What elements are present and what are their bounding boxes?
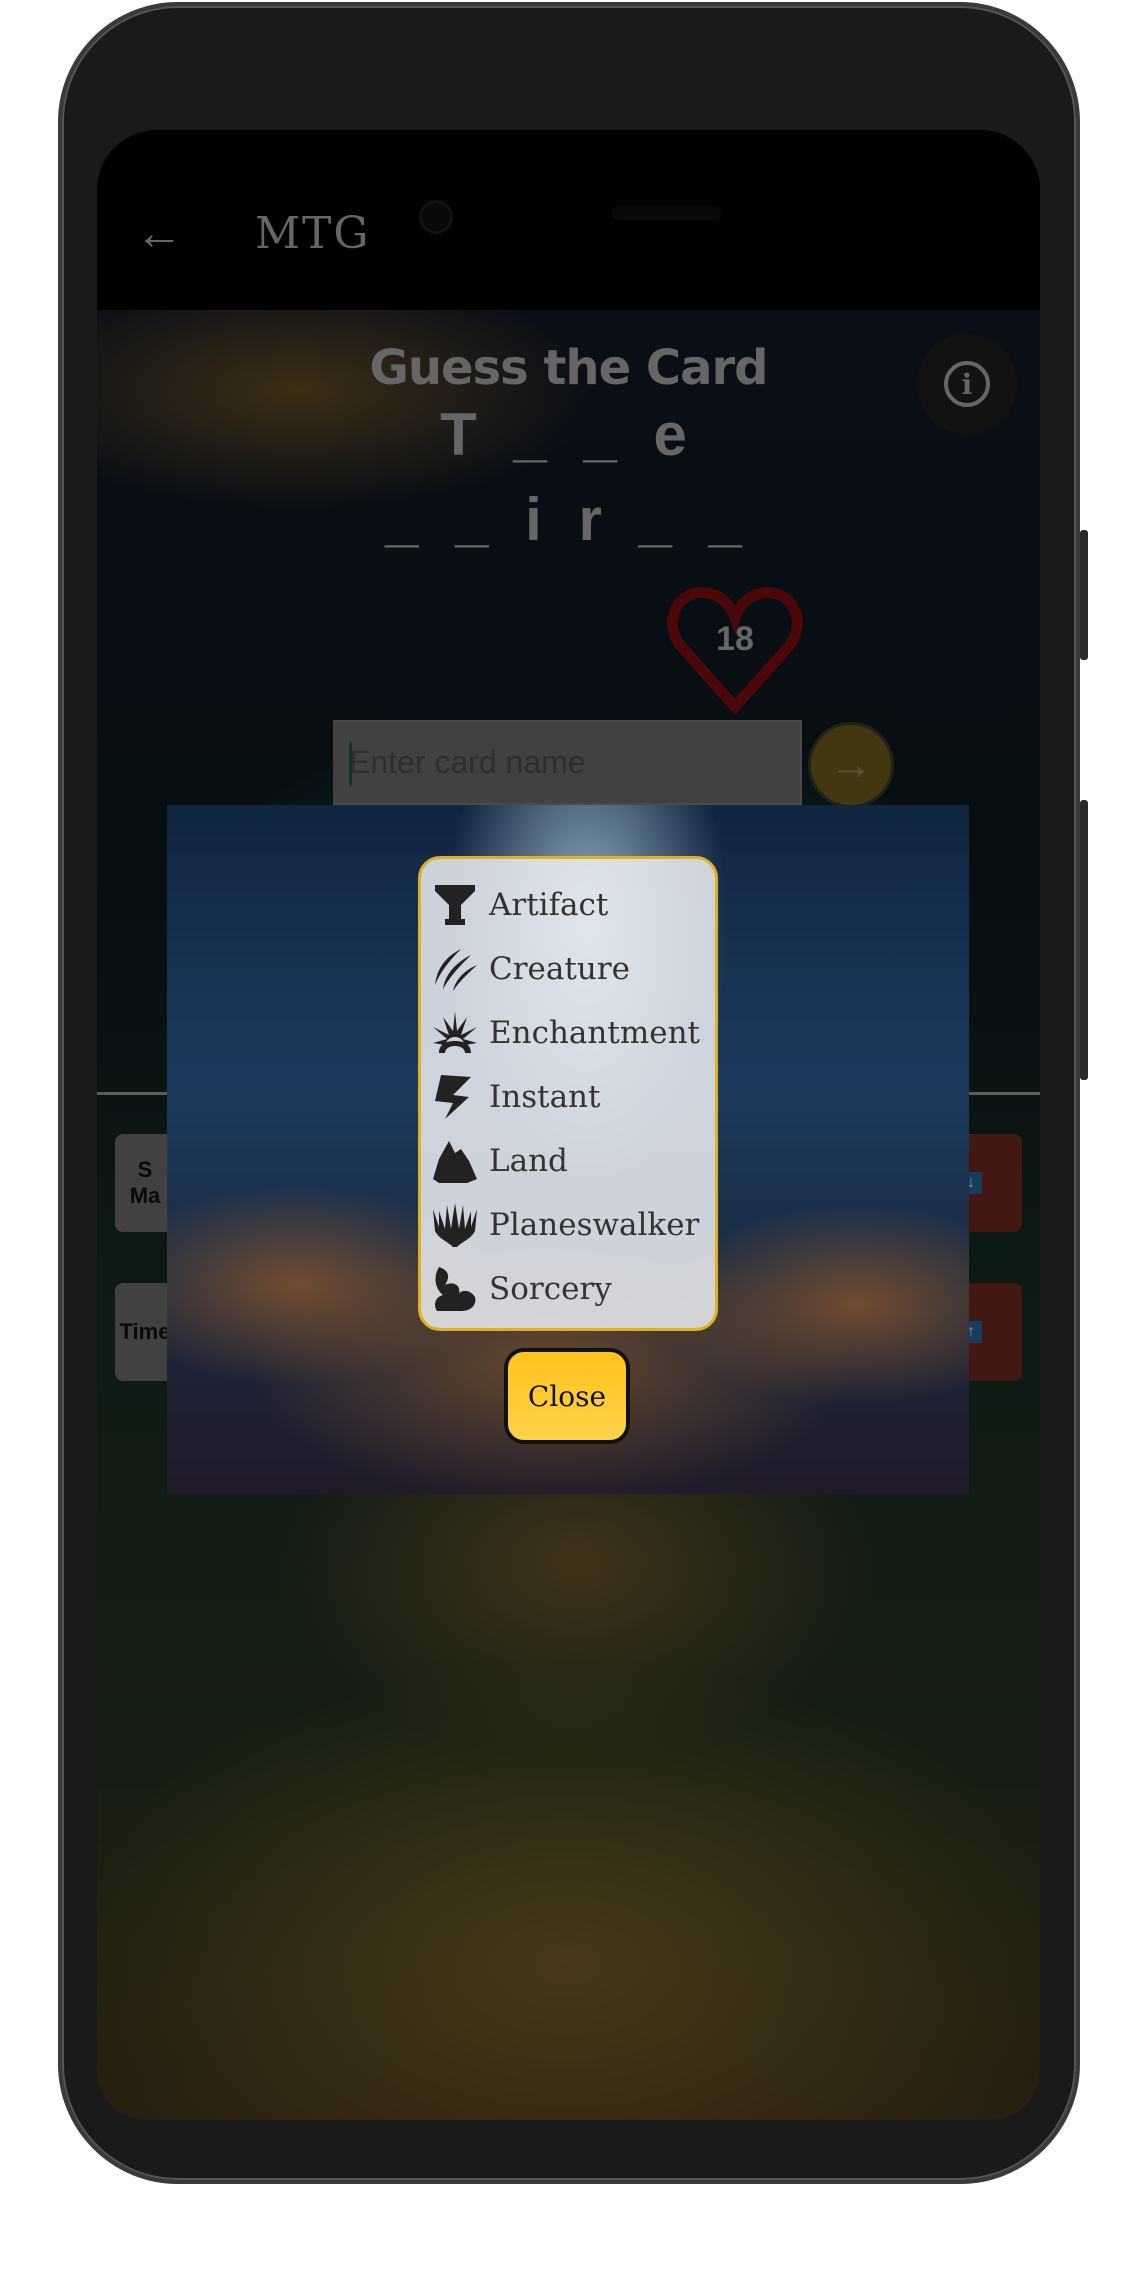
creature-claw-icon [435, 949, 477, 991]
card-type-modal: Artifact Creature Enchantment Instant La… [167, 805, 969, 1494]
item-label: Planeswalker [489, 1207, 700, 1243]
item-label: Enchantment [489, 1015, 700, 1051]
item-label: Land [489, 1143, 568, 1179]
item-label: Creature [489, 951, 630, 987]
list-item-enchantment: Enchantment [431, 1001, 705, 1065]
sorcery-flame-icon [435, 1267, 476, 1311]
item-label: Sorcery [489, 1271, 612, 1307]
list-item-planeswalker: Planeswalker [431, 1193, 705, 1257]
artifact-icon [435, 885, 475, 925]
enchantment-icon [433, 1011, 477, 1053]
close-button[interactable]: Close [504, 1348, 630, 1444]
list-item-artifact: Artifact [431, 873, 705, 937]
item-label: Artifact [489, 887, 609, 923]
planeswalker-icon [433, 1203, 477, 1247]
instant-lightning-icon [435, 1075, 471, 1119]
screen: ← MTG N r Guess the Card T _ _ e _ _ i r… [97, 130, 1040, 2120]
list-item-land: Land [431, 1129, 705, 1193]
volume-button [1080, 800, 1088, 1080]
item-label: Instant [489, 1079, 601, 1115]
list-item-creature: Creature [431, 937, 705, 1001]
list-item-sorcery: Sorcery [431, 1257, 705, 1321]
side-button [1080, 530, 1088, 660]
list-item-instant: Instant [431, 1065, 705, 1129]
card-type-list: Artifact Creature Enchantment Instant La… [418, 856, 718, 1331]
land-mountain-icon [433, 1141, 477, 1183]
